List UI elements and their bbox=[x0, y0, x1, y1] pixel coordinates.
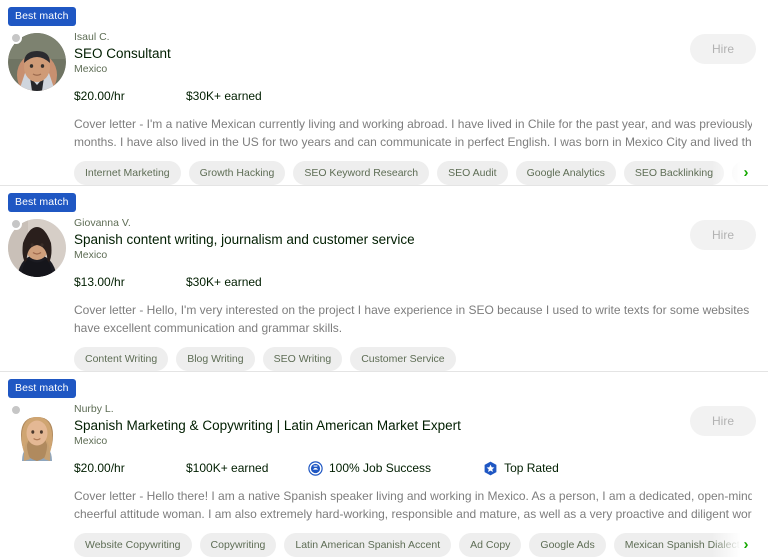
best-match-badge: Best match bbox=[8, 7, 76, 26]
total-earned: $100K+ earned bbox=[186, 461, 269, 475]
hire-button[interactable]: Hire bbox=[689, 34, 756, 64]
cover-letter-line: Cover letter - I'm a native Mexican curr… bbox=[74, 117, 752, 131]
skill-tag-list: Internet Marketing Growth Hacking SEO Ke… bbox=[74, 161, 758, 185]
freelancer-location: Mexico bbox=[74, 249, 108, 261]
skill-tag[interactable]: Mexican Spanish Dialect bbox=[613, 533, 751, 557]
proposals-list: Best match Isaul C. SEO Consultant Mexic… bbox=[0, 0, 768, 557]
proposal-info: Nurby L. Spanish Marketing & Copywriting… bbox=[74, 403, 758, 557]
proposal-card: Best match bbox=[0, 186, 768, 372]
skill-tag[interactable]: SEO Audit bbox=[437, 161, 508, 185]
skill-tag[interactable]: SEO Writing bbox=[262, 347, 343, 371]
freelancer-location: Mexico bbox=[74, 435, 108, 447]
best-match-badge: Best match bbox=[8, 379, 76, 398]
skill-tags: Internet Marketing Growth Hacking SEO Ke… bbox=[74, 161, 758, 185]
stats-row: $13.00/hr $30K+ earned bbox=[74, 274, 758, 290]
skill-tag[interactable]: Internet Marketing bbox=[74, 161, 181, 185]
freelancer-name: Isaul C. bbox=[74, 31, 110, 43]
skill-tag[interactable]: Copywriting bbox=[199, 533, 277, 557]
cover-letter: Cover letter - Hello, I'm very intereste… bbox=[74, 301, 752, 337]
proposal-card: Best match bbox=[0, 372, 768, 557]
skill-tag[interactable]: SEO Backlinking bbox=[623, 161, 725, 185]
hire-button[interactable]: Hire bbox=[689, 220, 756, 250]
skill-tags: Content Writing Blog Writing SEO Writing… bbox=[74, 347, 758, 371]
hourly-rate: $13.00/hr bbox=[74, 275, 125, 289]
avatar-column bbox=[8, 403, 74, 463]
skill-tag[interactable]: Content Writing bbox=[74, 347, 169, 371]
skill-tag[interactable]: SEO Keyword Research bbox=[293, 161, 430, 185]
chevron-right-icon[interactable]: › bbox=[738, 164, 754, 182]
job-success-icon bbox=[308, 460, 323, 476]
online-status-icon bbox=[10, 32, 22, 44]
skill-tag[interactable]: Latin American Spanish Accent bbox=[284, 533, 452, 557]
cover-letter: Cover letter - I'm a native Mexican curr… bbox=[74, 115, 752, 151]
job-success-badge: 100% Job Success bbox=[308, 460, 431, 476]
cover-letter-line: Cover letter - Hello there! I am a nativ… bbox=[74, 489, 752, 503]
hourly-rate: $20.00/hr bbox=[74, 89, 125, 103]
cover-letter-line: Cover letter - Hello, I'm very intereste… bbox=[74, 303, 752, 317]
freelancer-location: Mexico bbox=[74, 63, 108, 75]
chevron-right-icon[interactable]: › bbox=[738, 536, 754, 554]
badge-row: Best match bbox=[0, 372, 768, 398]
cover-letter-line: have excellent communication and grammar… bbox=[74, 321, 343, 335]
top-rated-badge: Top Rated bbox=[483, 460, 559, 476]
job-success-label: 100% Job Success bbox=[329, 461, 432, 475]
proposal-info: Giovanna V. Spanish content writing, jou… bbox=[74, 217, 758, 371]
freelancer-title: Spanish content writing, journalism and … bbox=[74, 232, 415, 247]
stats-row: $20.00/hr $30K+ earned bbox=[74, 88, 758, 104]
hourly-rate: $20.00/hr bbox=[74, 461, 125, 475]
skill-tag[interactable]: Customer Service bbox=[350, 347, 456, 371]
online-status-icon bbox=[10, 404, 22, 416]
avatar-column bbox=[8, 217, 74, 277]
top-rated-icon bbox=[484, 461, 497, 475]
skill-tag[interactable]: Blog Writing bbox=[176, 347, 255, 371]
freelancer-name: Giovanna V. bbox=[74, 217, 131, 229]
proposal-card: Best match bbox=[0, 0, 768, 186]
skill-tag-list: Content Writing Blog Writing SEO Writing… bbox=[74, 347, 758, 371]
freelancer-title: Spanish Marketing & Copywriting | Latin … bbox=[74, 418, 461, 433]
cover-letter-line: cheerful attitude woman. I am also extre… bbox=[74, 507, 752, 521]
online-status-icon bbox=[10, 218, 22, 230]
avatar-column bbox=[8, 31, 74, 91]
skill-tags: Website Copywriting Copywriting Latin Am… bbox=[74, 533, 758, 557]
proposal-info: Isaul C. SEO Consultant Mexico $20.00/hr… bbox=[74, 31, 758, 185]
hire-button[interactable]: Hire bbox=[689, 406, 756, 436]
skill-tag[interactable]: Google Analytics bbox=[515, 161, 616, 185]
badge-row: Best match bbox=[0, 0, 768, 26]
skill-tag[interactable]: Ad Copy bbox=[459, 533, 522, 557]
freelancer-title: SEO Consultant bbox=[74, 46, 171, 61]
top-rated-label: Top Rated bbox=[504, 461, 559, 475]
total-earned: $30K+ earned bbox=[186, 275, 262, 289]
total-earned: $30K+ earned bbox=[186, 89, 262, 103]
skill-tag[interactable]: Google Ads bbox=[529, 533, 606, 557]
badge-row: Best match bbox=[0, 186, 768, 212]
stats-row: $20.00/hr $100K+ earned 100% Job Success bbox=[74, 460, 758, 476]
skill-tag[interactable]: Growth Hacking bbox=[188, 161, 286, 185]
cover-letter: Cover letter - Hello there! I am a nativ… bbox=[74, 487, 752, 523]
best-match-badge: Best match bbox=[8, 193, 76, 212]
skill-tag[interactable]: Website Copywriting bbox=[74, 533, 192, 557]
cover-letter-line: months. I have also lived in the US for … bbox=[74, 135, 752, 149]
freelancer-name: Nurby L. bbox=[74, 403, 114, 415]
skill-tag-list: Website Copywriting Copywriting Latin Am… bbox=[74, 533, 758, 557]
